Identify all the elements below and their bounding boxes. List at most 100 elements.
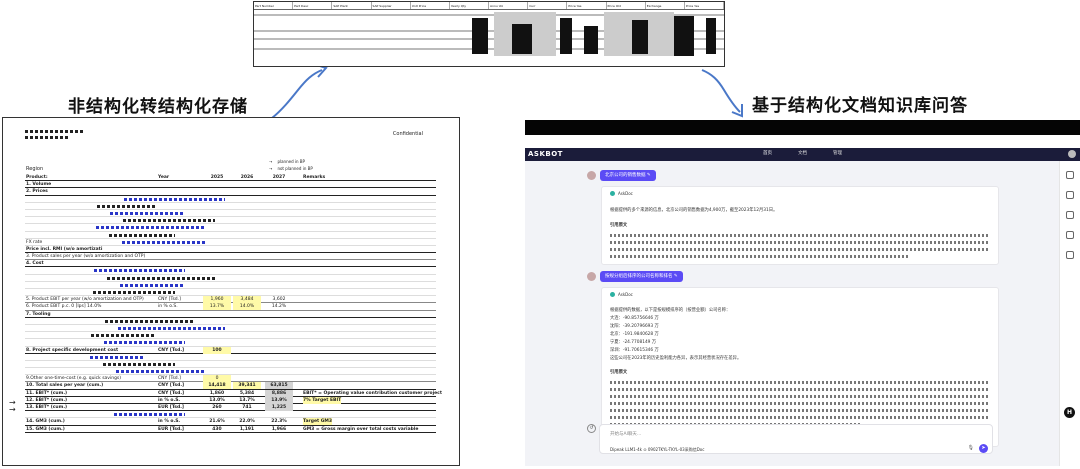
doc-table-row: FX rate (25, 239, 436, 246)
doc-cell-unit: CNY [Tsd.] (158, 297, 181, 303)
doc-table-row: 7. Tooling (25, 311, 436, 318)
curved-arrow-up-icon (271, 63, 328, 119)
doc-cell-v2: 741 (242, 405, 252, 410)
doc-cell-v2: 3,484 (233, 296, 261, 304)
doc-bp-planned-text: planned in BP (277, 159, 305, 164)
doc-cell-v1: 2025 (210, 175, 224, 180)
doc-cell-lbl: 13. EBIT* (cum.) (26, 405, 68, 410)
model-selector[interactable]: Dipeak LLM1-4k ⊙ 0902TKYL-TKYL-03采购信Doc (610, 447, 704, 453)
answer-line: 根据提供的数据，以下是按规模排序的（按营业额）公司名称： (610, 308, 731, 313)
doc-table-row: 13. EBIT* (cum.) EUR [Tsd.] 260 741 1,225 (25, 404, 436, 412)
doc-redacted-text (96, 226, 205, 230)
image-icon[interactable] (1066, 251, 1074, 259)
doc-cell-v3: 1,225 (265, 404, 293, 411)
doc-table-row (25, 210, 436, 218)
reference-text-line (610, 234, 990, 237)
doc-cell-unit: CNY [Tsd.] (158, 390, 185, 396)
doc-table-row (25, 325, 436, 333)
doc-cell-rem: GM3 = Gross margin over total costs vari… (303, 426, 419, 432)
answer-line: 大连：-90.85756646 万 (610, 316, 659, 321)
send-button[interactable]: ➤ (979, 444, 988, 453)
document-icon[interactable] (1066, 191, 1074, 199)
history-icon[interactable] (1066, 171, 1074, 179)
doc-cell-v3: 3,602 (272, 297, 286, 303)
doc-table-row: 4. Cost (25, 260, 436, 268)
doc-table-row: 6. Product EBIT p.c. 0 [Ips] 14.0% in % o… (25, 303, 436, 311)
doc-table-row (25, 339, 436, 347)
app-logo: ASKBOT (528, 150, 563, 158)
doc-redacted-text (97, 204, 155, 208)
doc-cell-lbl: 10. Total sales per year (cum.) (26, 383, 104, 389)
answer-line: 深圳：-91.70615346 万 (610, 348, 659, 353)
doc-cell-unit: in % o.S. (158, 304, 178, 310)
doc-cell-v2: 13.7% (239, 397, 255, 403)
doc-table-row (25, 232, 436, 239)
nav-item-home[interactable]: 首页 (763, 150, 772, 156)
doc-bp-planned: → planned in BP (269, 159, 305, 164)
doc-cell-v2: 1,191 (239, 426, 255, 432)
doc-redacted-text (103, 362, 175, 366)
nav-item-manage[interactable]: 管理 (833, 150, 842, 156)
reference-text-line (610, 241, 990, 244)
doc-cell-unit: CNY [Tsd.] (158, 376, 181, 382)
question-bubble: 按规分组后排序的公司名称和排名 ✎ (600, 271, 683, 282)
answer-source-label: AskDoc (618, 292, 633, 297)
doc-table-row: 15. GM3 (cum.) EUR [Tsd.] 430 1,191 1,966 GM3… (25, 426, 436, 433)
doc-cell-v3: 22.3% (271, 419, 287, 425)
doc-cell-lbl: 11. EBIT* (cum.) (26, 390, 68, 396)
doc-cell-lbl: 4. Cost (26, 261, 44, 267)
doc-table-row (25, 411, 436, 419)
sheet-col-header: Part Desc (293, 2, 333, 9)
sheet-col-header: Unit Price (411, 2, 450, 9)
doc-table-row: Price incl. RMI (w/o amortizati (25, 246, 436, 254)
answer-line: 这些公司在2023年的历史盈利能力各异，表示其经营状况存在差异。 (610, 356, 742, 361)
doc-table-row: 3. Product sales per year (w/o amortizat… (25, 253, 436, 261)
doc-cell-v2: 14.0% (233, 303, 261, 311)
sheet-col-header: Yearly Qty (450, 2, 490, 9)
doc-cell-v1: 260 (212, 405, 222, 410)
user-avatar[interactable] (1068, 150, 1076, 158)
microphone-icon[interactable]: 🎙 (968, 445, 974, 451)
chat-input-box[interactable]: 开始与AI聊天... Dipeak LLM1-4k ⊙ 0902TKYL-TKY… (599, 424, 993, 454)
answer-line: 北京：-191.9840628 万 (610, 332, 659, 337)
question-text: 北京公司的销售数据 (605, 173, 646, 178)
answer-source-tag: AskDoc (610, 191, 633, 196)
unstructured-document: Confidential → planned in BP → not plann… (2, 117, 460, 466)
doc-cell-v1: 14,418 (203, 382, 231, 390)
doc-table-row: 1. Volume (25, 181, 436, 189)
doc-header-scribble (25, 130, 85, 133)
doc-redacted-text (110, 211, 185, 215)
new-chat-button[interactable]: ↺ (587, 424, 596, 433)
doc-cell-v3: 8,886 (265, 389, 293, 397)
doc-table-row (25, 332, 436, 340)
sheet-cell-block (560, 18, 572, 54)
conversation-area: 北京公司的销售数据 ✎ AskDoc 根据提供的多个来源的信息，北京公司的销售数… (525, 161, 1059, 466)
question-text: 按规分组后排序的公司名称和排名 (605, 274, 673, 279)
doc-cell-v2: 5,384 (239, 390, 255, 396)
doc-table-row (25, 203, 436, 210)
doc-cell-lbl: 15. GM3 (cum.) (26, 426, 65, 432)
nav-item-docs[interactable]: 文档 (798, 150, 807, 156)
doc-redacted-text (118, 326, 225, 330)
doc-cell-unit: Year (158, 175, 170, 180)
doc-table-row: 10. Total sales per year (cum.) CNY [Tsd.… (25, 382, 436, 390)
doc-table-row (25, 368, 436, 376)
answer-line: 宁夏：-24.7708149 万 (610, 340, 657, 345)
floating-help-button[interactable]: H (1064, 407, 1075, 418)
reference-text-line (610, 248, 990, 251)
doc-redacted-text (94, 269, 185, 273)
sheet-cell-block (512, 24, 532, 54)
sheet-cell-block (472, 18, 488, 54)
clock-icon[interactable] (1066, 211, 1074, 219)
reference-text-line (610, 416, 990, 419)
answer-line: 沈阳：-39.20796693 万 (610, 324, 659, 329)
doc-redacted-text (90, 355, 145, 359)
doc-redacted-text (104, 341, 185, 345)
doc-financial-table: Product: Year 2025 2026 2027 Remarks 1. Volume… (25, 174, 442, 433)
question-avatar (587, 272, 596, 281)
doc-arrow-marker: → (9, 405, 16, 414)
chart-icon[interactable] (1066, 231, 1074, 239)
doc-cell-v3: 14.2% (271, 304, 287, 310)
caption-knowledge-base-qa: 基于结构化文档知识库问答 (752, 96, 968, 116)
doc-bp-not-planned-text: not planned in BP (277, 166, 313, 171)
